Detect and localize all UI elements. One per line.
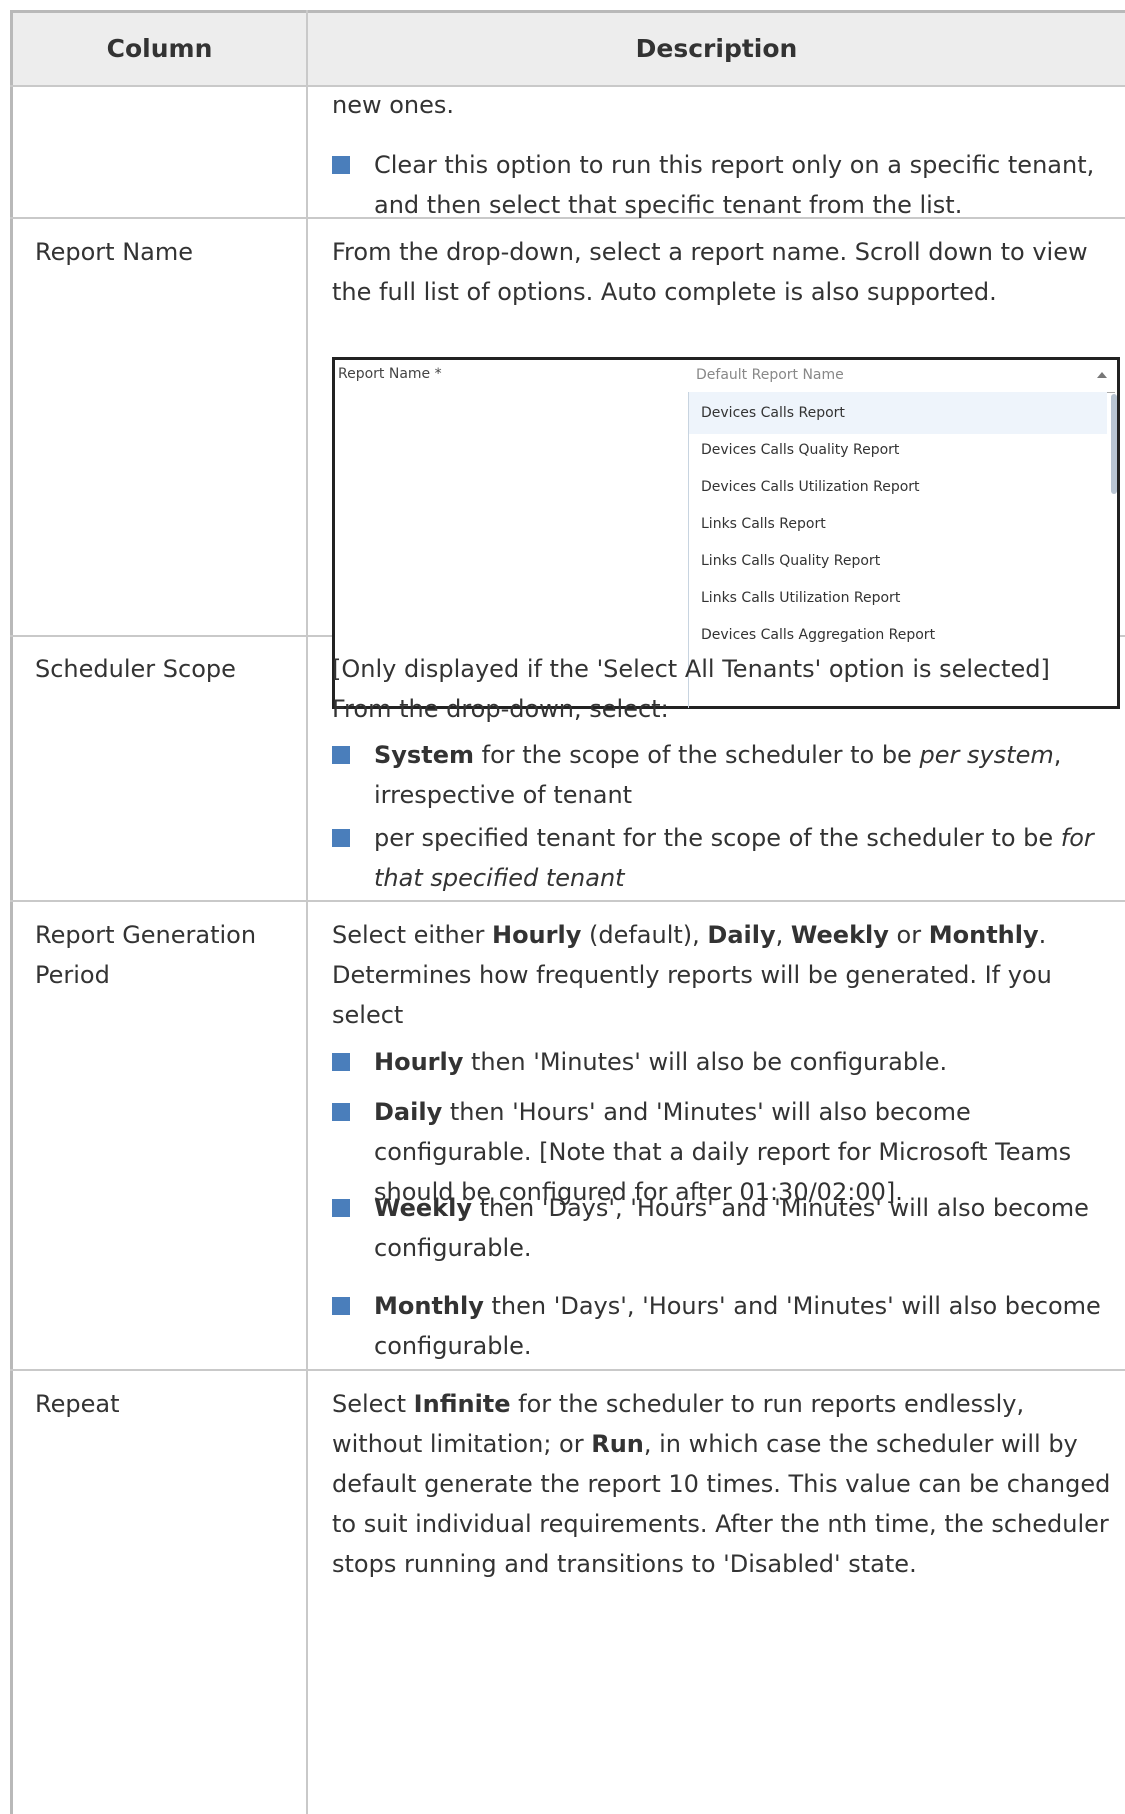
row-label-report-name: Report Name (35, 238, 193, 266)
bold-term: Infinite (413, 1390, 511, 1418)
list-item-text: System for the scope of the scheduler to… (374, 735, 1122, 815)
list-item-text: Monthly then 'Days', 'Hours' and 'Minute… (374, 1286, 1122, 1366)
bold-term: Daily (707, 921, 776, 949)
report-name-select[interactable]: Default Report Name (688, 360, 1115, 393)
repeat-description: Select Infinite for the scheduler to run… (332, 1384, 1112, 1584)
bullet-text-part: then 'Days', 'Hours' and 'Minutes' will … (374, 1194, 1089, 1262)
bold-term: Hourly (374, 1048, 464, 1076)
caret-up-icon[interactable] (1097, 372, 1107, 378)
dropdown-option[interactable]: Devices Calls Quality Report (689, 429, 1107, 471)
list-item-text: Hourly then 'Minutes' will also be confi… (374, 1042, 1122, 1082)
bold-term: Run (591, 1430, 644, 1458)
list-item: System for the scope of the scheduler to… (332, 735, 1122, 815)
bullet-text-part: then 'Days', 'Hours' and 'Minutes' will … (374, 1292, 1101, 1360)
row-label-repeat: Repeat (35, 1390, 120, 1418)
dropdown-option[interactable]: Devices Calls Utilization Report (689, 466, 1107, 508)
text-part: , (775, 921, 791, 949)
bullet-square-icon (332, 1199, 350, 1217)
bullet-square-icon (332, 829, 350, 847)
description-table: Column Description new ones. Clear this … (10, 10, 1125, 1814)
bold-term: Weekly (790, 921, 889, 949)
dropdown-option[interactable]: Devices Calls Report (689, 392, 1107, 434)
text-part: (default), (581, 921, 708, 949)
description-header: Description (635, 34, 798, 63)
bullet-square-icon (332, 1297, 350, 1315)
list-item-text: per specified tenant for the scope of th… (374, 818, 1122, 898)
dropdown-option[interactable]: Links Calls Quality Report (689, 540, 1107, 582)
table-left-border (10, 10, 13, 1814)
dropdown-option[interactable]: Links Calls Utilization Report (689, 577, 1107, 619)
column-divider (306, 10, 308, 1814)
text-part: Select either (332, 921, 492, 949)
bullet-text-part: per specified tenant for the scope of th… (374, 824, 1061, 852)
bullet-square-icon (332, 156, 350, 174)
bullet-square-icon (332, 1103, 350, 1121)
row-divider (10, 1369, 1125, 1371)
bullet-square-icon (332, 1053, 350, 1071)
dropdown-option[interactable]: Links Calls Report (689, 503, 1107, 545)
report-name-description: From the drop-down, select a report name… (332, 238, 1088, 306)
report-name-field-label: Report Name * (338, 366, 442, 382)
list-item: Weekly then 'Days', 'Hours' and 'Minutes… (332, 1188, 1122, 1268)
list-item-text: Weekly then 'Days', 'Hours' and 'Minutes… (374, 1188, 1122, 1268)
report-name-select-value: Default Report Name (696, 367, 844, 383)
bullet-text-part: then 'Minutes' will also be configurable… (463, 1048, 948, 1076)
text-part: or (888, 921, 929, 949)
bold-term: Hourly (491, 921, 582, 949)
row-continuation-text: new ones. (332, 91, 455, 119)
column-header: Column (106, 34, 213, 63)
bold-term: Weekly (374, 1194, 473, 1222)
scheduler-scope-intro: [Only displayed if the 'Select All Tenan… (332, 655, 1050, 723)
bullet-square-icon (332, 746, 350, 764)
bold-term: Monthly (928, 921, 1039, 949)
row-label-scheduler-scope: Scheduler Scope (35, 655, 236, 683)
bold-term: Monthly (374, 1292, 484, 1320)
bold-term: Daily (374, 1098, 443, 1126)
dropdown-scrollbar[interactable] (1111, 394, 1117, 494)
list-item: Clear this option to run this report onl… (332, 145, 1122, 225)
table-header-row: Column Description (13, 13, 1125, 85)
text-part: Select (332, 1390, 414, 1418)
row-divider (10, 900, 1125, 902)
list-item: Monthly then 'Days', 'Hours' and 'Minute… (332, 1286, 1122, 1366)
list-item: Hourly then 'Minutes' will also be confi… (332, 1042, 1122, 1082)
italic-term: per system (919, 741, 1054, 769)
bullet-text-part: for the scope of the scheduler to be (473, 741, 920, 769)
report-generation-intro: Select either Hourly (default), Daily, W… (332, 915, 1112, 1035)
row-label-report-generation-period: Report Generation Period (35, 921, 257, 989)
list-item: per specified tenant for the scope of th… (332, 818, 1122, 898)
list-item-text: Clear this option to run this report onl… (374, 151, 1095, 219)
bold-term: System (374, 741, 474, 769)
